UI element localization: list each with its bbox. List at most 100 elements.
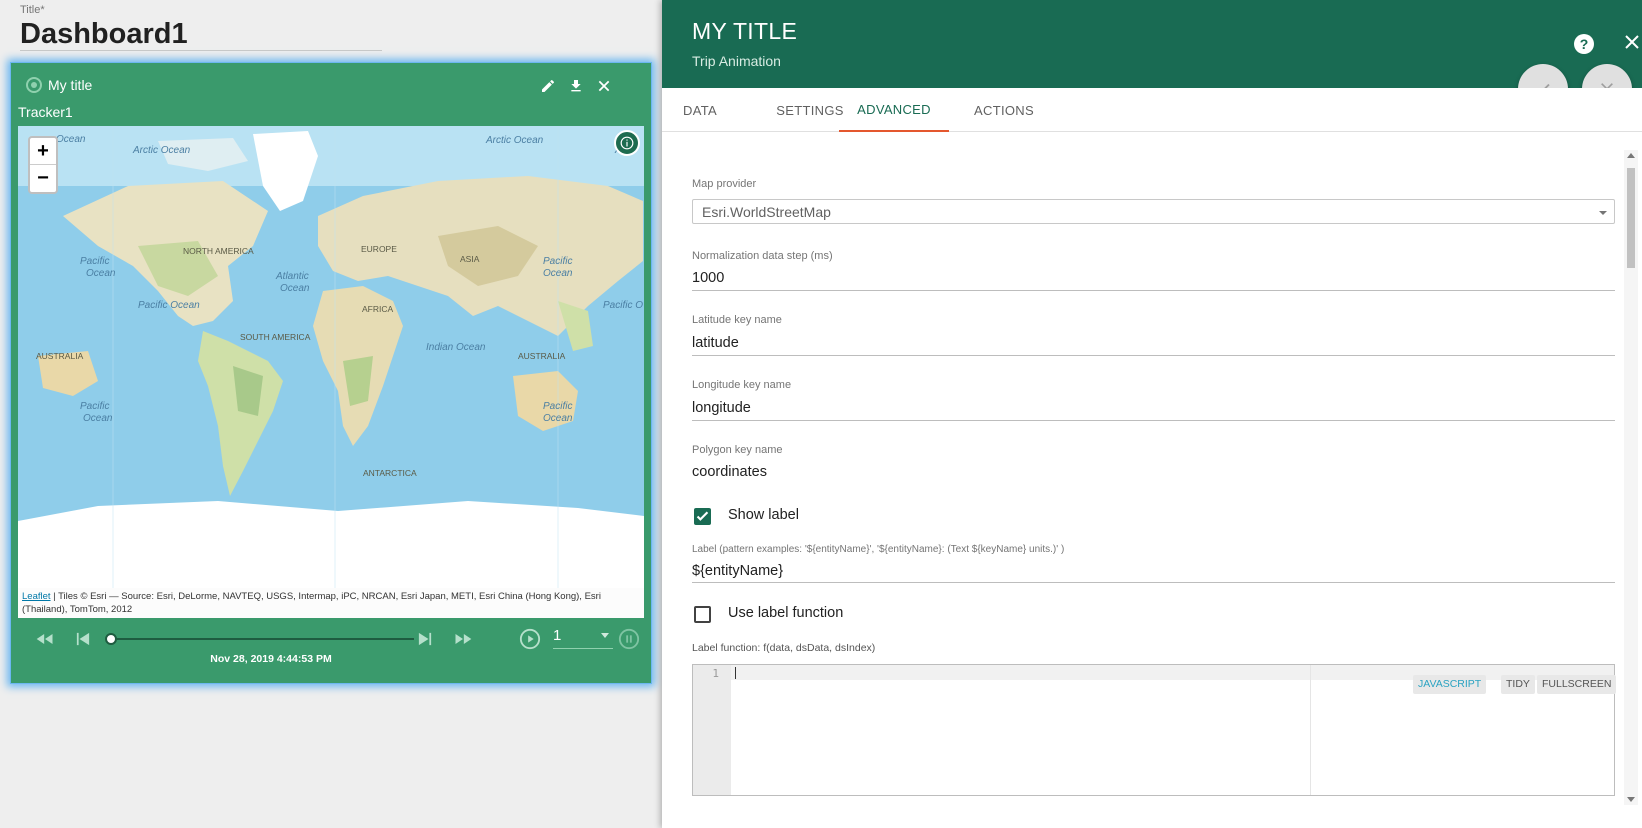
show-label-checkbox[interactable] (694, 508, 711, 525)
edit-icon[interactable] (536, 74, 560, 98)
input-underline (692, 582, 1615, 583)
norm-step-label: Normalization data step (ms) (692, 250, 833, 262)
map-label: Indian Ocean (426, 342, 486, 353)
map-label: AFRICA (362, 304, 394, 314)
widget-subtitle: Tracker1 (18, 104, 73, 120)
playback-controls: 1 Nov 28, 2019 4:44:53 PM (18, 621, 644, 677)
javascript-button[interactable]: JAVASCRIPT (1413, 675, 1487, 694)
map-provider-select[interactable]: Esri.WorldStreetMap (692, 199, 1615, 224)
dashboard-title-input[interactable]: Dashboard1 (20, 18, 188, 51)
title-underline (20, 50, 382, 51)
settings-tabs: DATA SETTINGS ADVANCED ACTIONS (662, 88, 1642, 132)
map-label: Ocean (280, 283, 310, 294)
map-view[interactable]: Ocean Arctic Ocean Arctic Ocean Arc Paci… (18, 126, 644, 618)
input-underline (692, 420, 1615, 421)
timeline-slider[interactable] (108, 638, 414, 640)
map-attribution: Leaflet | Tiles © Esri — Source: Esri, D… (18, 588, 644, 618)
lon-key-input[interactable]: longitude (692, 400, 751, 416)
use-label-function-text: Use label function (728, 605, 844, 621)
polygon-key-label: Polygon key name (692, 444, 783, 456)
map-label: Arctic Ocean (132, 145, 191, 156)
close-panel-icon[interactable] (1620, 30, 1642, 54)
scroll-down-icon[interactable] (1627, 797, 1635, 802)
use-label-function-checkbox[interactable] (694, 606, 711, 623)
map-label: AUSTRALIA (36, 351, 84, 361)
chevron-down-icon (1599, 211, 1607, 215)
timeline-thumb[interactable] (105, 633, 117, 645)
zoom-out-button[interactable]: − (30, 165, 56, 192)
leaflet-link[interactable]: Leaflet (22, 591, 51, 602)
map-label: Pacific (543, 256, 572, 267)
panel-subtitle: Trip Animation (692, 53, 781, 69)
lat-key-input[interactable]: latitude (692, 335, 739, 351)
fast-rewind-icon[interactable] (34, 629, 56, 649)
label-function-label: Label function: f(data, dsData, dsIndex) (692, 642, 876, 654)
input-underline (692, 290, 1615, 291)
speed-select[interactable]: 1 (553, 627, 613, 649)
fullscreen-button[interactable]: FULLSCREEN (1537, 675, 1617, 694)
tab-data[interactable]: DATA (662, 88, 738, 132)
skip-next-icon[interactable] (416, 629, 434, 649)
advanced-settings-form: Map provider Esri.WorldStreetMap Normali… (662, 132, 1642, 828)
map-label: Pacific (543, 401, 572, 412)
lat-key-label: Latitude key name (692, 314, 782, 326)
label-pattern-input[interactable]: ${entityName} (692, 563, 783, 579)
help-icon[interactable]: ? (1574, 34, 1594, 54)
close-icon[interactable] (592, 74, 616, 98)
print-margin (1310, 665, 1311, 795)
show-label-text: Show label (728, 507, 799, 523)
panel-header: MY TITLE Trip Animation ? (662, 0, 1642, 88)
trip-animation-widget[interactable]: My title Tracker1 Ocean Arctic Ocean Arc… (10, 62, 652, 684)
map-label: Pacific (80, 256, 109, 267)
skip-previous-icon[interactable] (74, 629, 92, 649)
tab-advanced[interactable]: ADVANCED (839, 88, 949, 132)
info-icon[interactable] (614, 130, 640, 156)
play-icon[interactable] (519, 628, 541, 650)
scroll-thumb[interactable] (1627, 168, 1635, 268)
player-timestamp: Nov 28, 2019 4:44:53 PM (210, 653, 332, 665)
widget-title: My title (48, 77, 93, 93)
title-field-label: Title* (20, 4, 45, 16)
world-map: Ocean Arctic Ocean Arctic Ocean Arc Paci… (18, 126, 644, 588)
map-label: SOUTH AMERICA (240, 332, 311, 342)
tab-actions[interactable]: ACTIONS (949, 88, 1059, 132)
pause-icon[interactable] (618, 628, 640, 650)
widget-type-icon (26, 77, 42, 93)
map-label: Pacific O (603, 300, 643, 311)
label-pattern-label: Label (pattern examples: '${entityName}'… (692, 544, 1065, 555)
lon-key-label: Longitude key name (692, 379, 792, 391)
input-underline (692, 355, 1615, 356)
map-label: Ocean (543, 268, 573, 279)
download-icon[interactable] (564, 74, 588, 98)
map-label: Arctic Ocean (485, 135, 544, 146)
map-label: Ocean (83, 413, 113, 424)
panel-scrollbar[interactable] (1624, 150, 1638, 805)
map-label: EUROPE (361, 244, 397, 254)
map-label: ANTARCTICA (363, 468, 417, 478)
fast-forward-icon[interactable] (452, 629, 474, 649)
map-label: Ocean (543, 413, 573, 424)
map-provider-label: Map provider (692, 178, 757, 190)
editor-cursor (735, 667, 736, 679)
dashboard-area: Title* Dashboard1 My title Tracker1 Ocea… (0, 0, 662, 828)
map-label: Atlantic (275, 271, 309, 282)
map-label: AUSTRALIA (518, 351, 566, 361)
tidy-button[interactable]: TIDY (1501, 675, 1535, 694)
scroll-up-icon[interactable] (1627, 153, 1635, 158)
norm-step-input[interactable]: 1000 (692, 270, 724, 286)
polygon-key-input[interactable]: coordinates (692, 464, 767, 480)
editor-gutter: 1 (693, 665, 731, 795)
attribution-text: | Tiles © Esri — Source: Esri, DeLorme, … (22, 591, 601, 615)
map-label: NORTH AMERICA (183, 246, 254, 256)
map-label: Pacific Ocean (138, 300, 200, 311)
map-label: ASIA (460, 254, 480, 264)
map-label: Ocean (86, 268, 116, 279)
map-label: Ocean (56, 134, 86, 145)
chevron-down-icon (601, 633, 609, 638)
line-number: 1 (712, 667, 719, 680)
widget-settings-panel: MY TITLE Trip Animation ? DATA SETTINGS … (662, 0, 1642, 828)
code-editor[interactable]: 1 JAVASCRIPT TIDY FULLSCREEN (692, 664, 1617, 796)
map-label: Pacific (80, 401, 109, 412)
panel-title: MY TITLE (692, 18, 798, 44)
zoom-in-button[interactable]: + (30, 138, 56, 165)
